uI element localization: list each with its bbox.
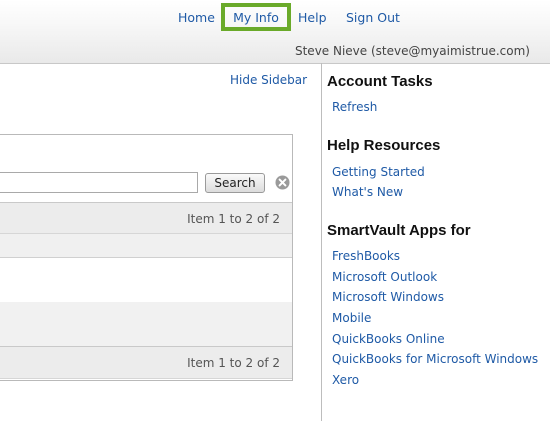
nav-sign-out-link[interactable]: Sign Out [346,10,400,25]
app-link-quickbooks-windows[interactable]: QuickBooks for Microsoft Windows [332,352,538,366]
sidebar-divider [321,63,322,421]
grid-toolbar-bottom: Item 1 to 2 of 2 [0,346,292,379]
refresh-link[interactable]: Refresh [332,100,377,114]
grid-toolbar-top: Item 1 to 2 of 2 [0,202,292,234]
getting-started-link[interactable]: Getting Started [332,165,425,179]
search-input[interactable] [0,172,198,193]
pager-info-top: Item 1 to 2 of 2 [187,212,280,226]
top-header: Home My Info Help Sign Out Steve Nieve (… [0,0,550,64]
account-tasks-heading: Account Tasks [327,73,433,90]
table-row[interactable] [0,258,292,302]
app-link-microsoft-outlook[interactable]: Microsoft Outlook [332,270,437,284]
user-identity: Steve Nieve (steve@myaimistrue.com) [294,44,530,58]
nav-help-link[interactable]: Help [298,10,327,25]
nav-my-info-link[interactable]: My Info [221,3,291,31]
hide-sidebar-link[interactable]: Hide Sidebar [230,73,307,87]
app-link-xero[interactable]: Xero [332,373,359,387]
smartvault-apps-heading: SmartVault Apps for [327,222,471,239]
search-button[interactable]: Search [205,173,265,193]
app-link-microsoft-windows[interactable]: Microsoft Windows [332,290,444,304]
app-link-freshbooks[interactable]: FreshBooks [332,249,400,263]
pager-info-bottom: Item 1 to 2 of 2 [187,356,280,370]
nav-home-link[interactable]: Home [178,10,215,25]
app-link-mobile[interactable]: Mobile [332,311,371,325]
whats-new-link[interactable]: What's New [332,185,403,199]
column-header-row [0,234,292,258]
clear-search-icon[interactable] [275,175,290,190]
app-link-quickbooks-online[interactable]: QuickBooks Online [332,332,445,346]
table-row[interactable] [0,302,292,346]
help-resources-heading: Help Resources [327,137,441,154]
